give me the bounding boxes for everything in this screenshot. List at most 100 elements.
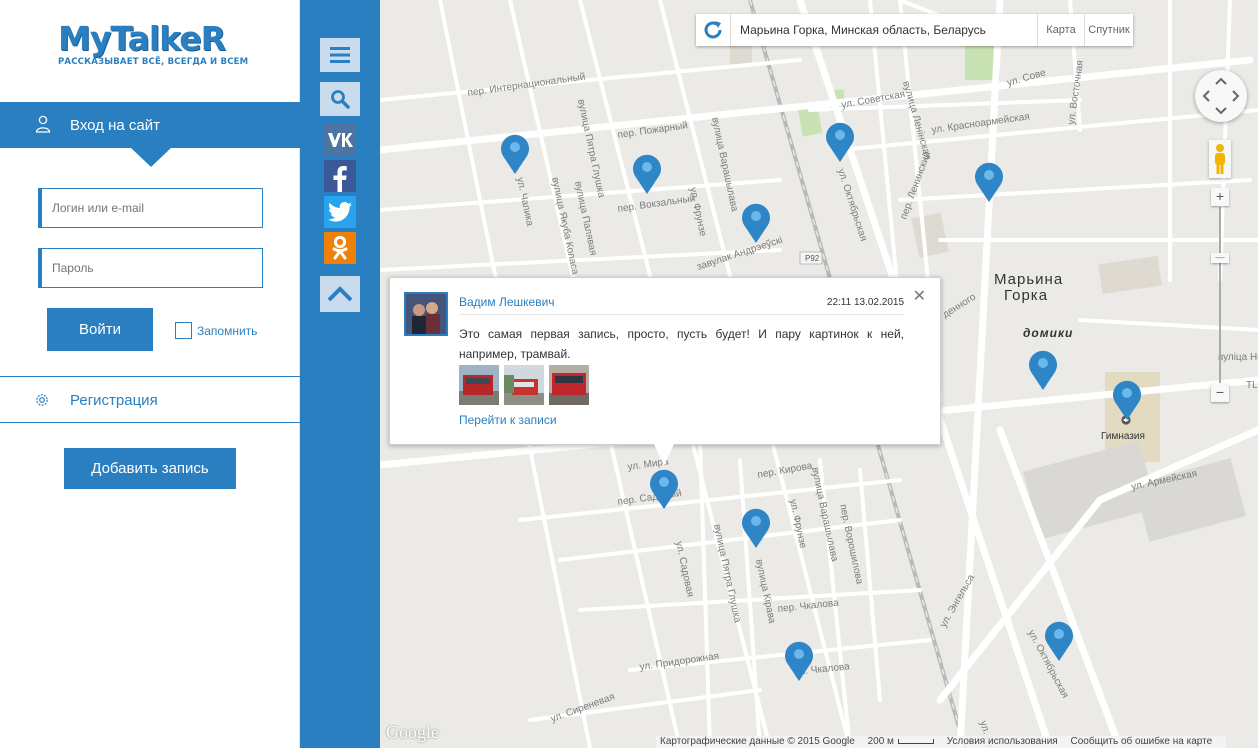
refresh-button[interactable] bbox=[696, 14, 731, 46]
login-field[interactable] bbox=[38, 188, 263, 228]
zoom-out-button[interactable]: − bbox=[1211, 384, 1229, 402]
district-label: домики bbox=[1023, 326, 1074, 340]
map-pin[interactable] bbox=[825, 121, 855, 163]
map-pin[interactable] bbox=[741, 507, 771, 549]
map-pin[interactable] bbox=[1112, 379, 1142, 421]
street-label: вулица Варашылава bbox=[809, 466, 840, 563]
pegman-icon bbox=[1215, 144, 1225, 174]
author-avatar[interactable] bbox=[404, 292, 448, 336]
post-text: Это самая первая запись, просто, пусть б… bbox=[459, 327, 904, 361]
post-image-thumbnail[interactable] bbox=[504, 365, 544, 405]
password-field[interactable] bbox=[38, 248, 263, 288]
map-scale-label: 200 м bbox=[867, 736, 894, 747]
street-view-pegman[interactable] bbox=[1209, 140, 1231, 178]
zoom-slider-thumb[interactable]: — bbox=[1211, 253, 1229, 263]
remember-label[interactable]: Запомнить bbox=[197, 324, 257, 338]
gymnasium-label: Гимназия bbox=[1101, 431, 1145, 442]
map-pin[interactable] bbox=[974, 161, 1004, 203]
remember-checkbox[interactable] bbox=[175, 322, 192, 339]
place-name-line1: Марьина bbox=[994, 271, 1064, 288]
street-label: ул. Фрунзе bbox=[687, 186, 708, 237]
terms-link[interactable]: Условия использования bbox=[947, 736, 1058, 747]
street-label: вуліца Но bbox=[1218, 352, 1258, 363]
map-pin[interactable] bbox=[1044, 620, 1074, 662]
odnoklassniki-share-button[interactable] bbox=[324, 232, 356, 264]
twitter-icon bbox=[328, 202, 352, 222]
register-link[interactable]: Регистрация bbox=[0, 378, 300, 422]
highway-number: P92 bbox=[805, 254, 820, 263]
map-pin[interactable] bbox=[632, 153, 662, 195]
post-image-thumbnail[interactable] bbox=[459, 365, 499, 405]
map-data-credit: Картографические данные © 2015 Google bbox=[660, 736, 855, 747]
register-label: Регистрация bbox=[70, 392, 158, 409]
street-label: ул. Фрунзе bbox=[787, 498, 808, 549]
twitter-share-button[interactable] bbox=[324, 196, 356, 228]
google-logo[interactable]: Google bbox=[386, 722, 439, 743]
tool-strip bbox=[300, 0, 380, 748]
refresh-icon bbox=[704, 21, 722, 39]
divider bbox=[459, 314, 904, 315]
street-label: ул. Энгельса bbox=[938, 572, 977, 629]
menu-button[interactable] bbox=[320, 38, 360, 72]
search-icon bbox=[331, 90, 350, 109]
logo[interactable]: MyTalkeR РАССКАЗЫВАЕТ ВСЁ, ВСЕГДА И ВСЕМ bbox=[58, 19, 249, 68]
login-heading: Вход на сайт bbox=[70, 117, 160, 134]
map-pin[interactable] bbox=[1028, 349, 1058, 391]
app-root: MyTalkeR РАССКАЗЫВАЕТ ВСЁ, ВСЕГДА И ВСЕМ… bbox=[0, 0, 1258, 748]
street-label: TL bbox=[1246, 380, 1258, 391]
map-pin[interactable] bbox=[741, 202, 771, 244]
map-pin[interactable] bbox=[784, 640, 814, 682]
popup-pointer bbox=[654, 444, 674, 466]
street-label: пер. Кирова bbox=[757, 460, 814, 481]
map-attribution: Картографические данные © 2015 Google 20… bbox=[656, 736, 1227, 748]
post-image-thumbnail[interactable] bbox=[549, 365, 589, 405]
report-error-link[interactable]: Сообщить об ошибке на карте bbox=[1071, 736, 1213, 747]
post-timestamp: 22:11 13.02.2015 bbox=[826, 297, 904, 308]
logo-tagline: РАССКАЗЫВАЕТ ВСЁ, ВСЕГДА И ВСЕМ bbox=[58, 57, 249, 67]
map-canvas[interactable]: пер. Интернациональный пер. Пожарный пер… bbox=[380, 0, 1258, 748]
odnoklassniki-icon bbox=[332, 235, 348, 260]
login-header[interactable]: Вход на сайт bbox=[0, 102, 300, 148]
map-type-satellite-button[interactable]: Спутник bbox=[1084, 14, 1133, 46]
pan-arrows-icon bbox=[1202, 77, 1240, 115]
map-search-bar: Марьина Горка, Минская область, Беларусь… bbox=[696, 14, 1133, 46]
avatar-photo bbox=[406, 294, 446, 334]
gear-icon bbox=[36, 394, 48, 406]
search-button[interactable] bbox=[320, 82, 360, 116]
user-icon bbox=[35, 115, 51, 133]
scroll-up-icon bbox=[327, 286, 353, 302]
zoom-track[interactable] bbox=[1219, 207, 1221, 383]
facebook-icon bbox=[333, 166, 347, 192]
login-header-arrow bbox=[130, 147, 172, 167]
scroll-up-button[interactable] bbox=[320, 276, 360, 312]
close-icon[interactable]: ✕ bbox=[913, 286, 926, 306]
goto-post-link[interactable]: Перейти к записи bbox=[459, 413, 557, 427]
menu-icon bbox=[330, 47, 350, 63]
street-label: пер. Ворошилова bbox=[837, 503, 865, 585]
street-label: ул. Октябрьская bbox=[835, 167, 870, 243]
map-type-map-button[interactable]: Карта bbox=[1037, 14, 1084, 46]
map-pin[interactable] bbox=[649, 468, 679, 510]
street-label: вулица Варашылава bbox=[709, 116, 740, 213]
street-label: ул. Восточная bbox=[1066, 60, 1086, 126]
map-pin[interactable] bbox=[500, 133, 530, 175]
street-label: денного bbox=[941, 291, 979, 320]
add-post-button[interactable]: Добавить запись bbox=[64, 448, 236, 489]
logo-title: MyTalkeR bbox=[58, 19, 226, 58]
left-panel: MyTalkeR РАССКАЗЫВАЕТ ВСЁ, ВСЕГДА И ВСЕМ… bbox=[0, 0, 300, 748]
facebook-share-button[interactable] bbox=[324, 160, 356, 192]
divider bbox=[0, 422, 300, 423]
street-label: ул. Чапика bbox=[514, 176, 535, 227]
vk-share-button[interactable] bbox=[324, 124, 356, 156]
pan-control[interactable] bbox=[1195, 70, 1247, 122]
map-scale-bar bbox=[897, 739, 934, 744]
street-label: пер. Чкалова bbox=[777, 598, 839, 615]
divider bbox=[0, 376, 300, 377]
zoom-in-button[interactable]: + bbox=[1211, 188, 1229, 206]
vk-icon bbox=[328, 133, 353, 147]
street-label: вулица Кірава bbox=[753, 558, 777, 625]
login-button[interactable]: Войти bbox=[47, 308, 153, 351]
map-search-input[interactable]: Марьина Горка, Минская область, Беларусь bbox=[740, 14, 1040, 46]
post-author[interactable]: Вадим Лешкевич bbox=[459, 295, 555, 309]
place-name-line2: Горка bbox=[1004, 287, 1049, 304]
